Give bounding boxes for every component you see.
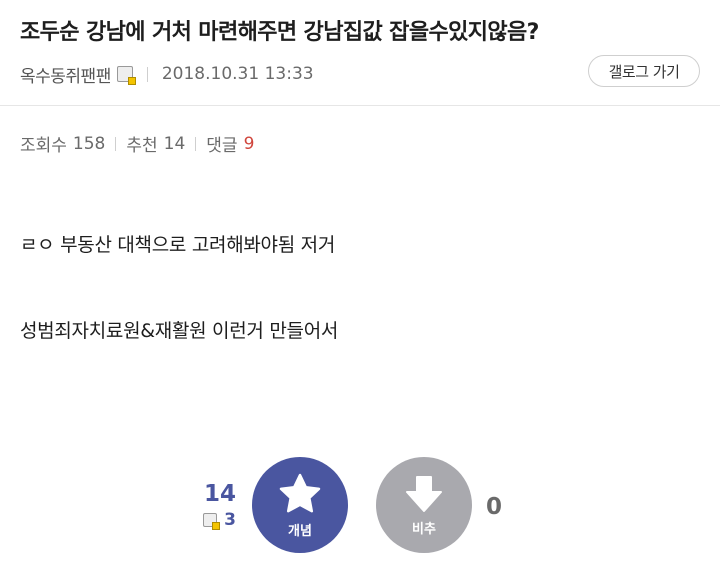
header-divider: [0, 105, 720, 106]
stats-divider: [115, 136, 117, 151]
up-vote-count: 14: [203, 481, 236, 507]
upvote-label: 개념: [288, 523, 312, 539]
post-meta: 옥수동쥐팬팬 2018.10.31 13:33: [20, 62, 314, 87]
author-name[interactable]: 옥수동쥐팬팬: [20, 62, 111, 87]
body-line: 성범죄자치료원&재활원 이런거 만들어서: [20, 320, 339, 342]
views-label: 조회수: [20, 136, 67, 156]
fixed-nick-icon: [203, 513, 221, 530]
recommend-count: 14: [163, 133, 186, 154]
post-date: 2018.10.31 13:33: [161, 64, 314, 84]
vote-counts: 14 3: [190, 480, 236, 530]
stats-divider: [195, 136, 197, 151]
post-title: 조두순 강남에 거처 마련해주면 강남집값 잡을수있지않음?: [20, 20, 539, 45]
gallog-button[interactable]: 갤로그 가기: [588, 55, 700, 87]
comments-label[interactable]: 댓글: [206, 131, 237, 156]
views-count: 158: [72, 133, 106, 154]
fixed-vote-count: 3: [224, 510, 236, 530]
meta-divider: [146, 66, 148, 82]
star-icon: [279, 473, 321, 512]
body-line: ㄹㅇ 부동산 대책으로 고려해봐야됨 저거: [20, 234, 336, 256]
down-vote-count: 0: [486, 494, 503, 520]
downvote-label: 비추: [412, 521, 436, 537]
downvote-button[interactable]: 비추: [376, 457, 472, 553]
upvote-button[interactable]: 개념: [252, 457, 348, 553]
arrow-down-icon: [406, 475, 442, 512]
fixed-nick-icon: [116, 66, 136, 85]
post-stats: 조회수 158 추천 14 댓글 9: [20, 131, 255, 157]
recommend-label: 추천: [126, 136, 158, 156]
comments-count[interactable]: 9: [244, 134, 255, 154]
fixed-vote-count-row: 3: [190, 510, 236, 530]
